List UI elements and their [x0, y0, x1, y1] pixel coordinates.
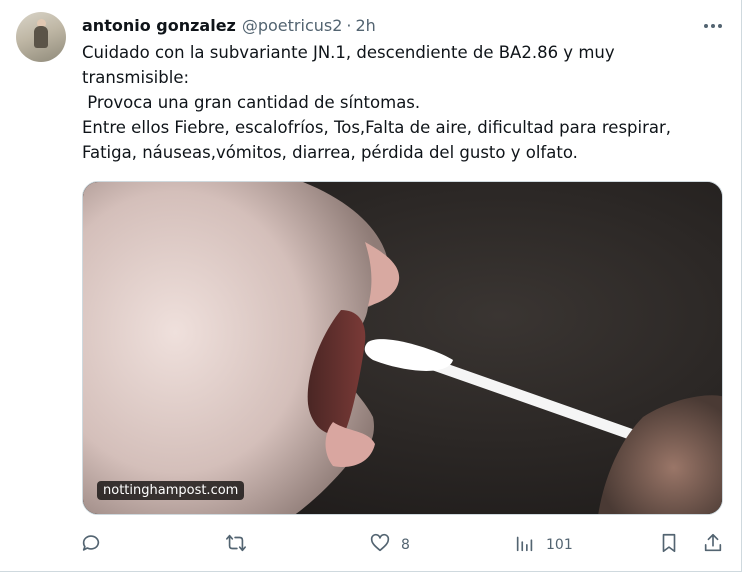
tweet-timestamp[interactable]: 2h — [356, 16, 376, 35]
tweet-header: antonio gonzalez @poetricus2 · 2h — [82, 14, 376, 36]
more-options-icon[interactable] — [700, 13, 726, 39]
media-source-label: nottinghampost.com — [97, 481, 245, 500]
share-button[interactable] — [702, 530, 724, 560]
heart-icon — [369, 532, 391, 558]
reply-icon — [80, 532, 102, 558]
author-name[interactable]: antonio gonzalez — [82, 16, 236, 35]
swab-test-photo — [83, 182, 722, 514]
tweet-text-line: Provoca una gran cantidad de síntomas. — [82, 93, 421, 112]
analytics-icon — [514, 532, 536, 558]
reply-button[interactable] — [80, 530, 102, 560]
tweet-text-line: Cuidado con la subvariante JN.1, descend… — [82, 43, 615, 62]
bookmark-button[interactable] — [658, 530, 680, 560]
share-icon — [702, 532, 724, 558]
avatar[interactable] — [16, 12, 66, 62]
tweet-text-line: transmisible: — [82, 68, 190, 87]
tweet-text: Cuidado con la subvariante JN.1, descend… — [82, 40, 732, 165]
like-button[interactable]: 8 — [369, 530, 410, 560]
more-dot — [704, 24, 708, 28]
separator-dot: · — [346, 15, 352, 35]
tweet-card: antonio gonzalez @poetricus2 · 2h Cuidad… — [0, 0, 742, 572]
more-dot — [718, 24, 722, 28]
tweet-media-image[interactable]: nottinghampost.com — [82, 181, 723, 515]
views-button[interactable]: 101 — [514, 530, 573, 560]
bookmark-icon — [658, 532, 680, 558]
retweet-button[interactable] — [225, 530, 247, 560]
tweet-text-line: Fatiga, náuseas,vómitos, diarrea, pérdid… — [82, 143, 578, 162]
tweet-actions-bar: 8 101 — [0, 530, 742, 560]
author-handle[interactable]: @poetricus2 — [242, 16, 343, 35]
view-count: 101 — [546, 537, 573, 553]
avatar-figure-body — [34, 26, 48, 48]
retweet-icon — [225, 532, 247, 558]
like-count: 8 — [401, 537, 410, 553]
tweet-text-line: Entre ellos Fiebre, escalofríos, Tos,Fal… — [82, 118, 672, 137]
more-dot — [711, 24, 715, 28]
